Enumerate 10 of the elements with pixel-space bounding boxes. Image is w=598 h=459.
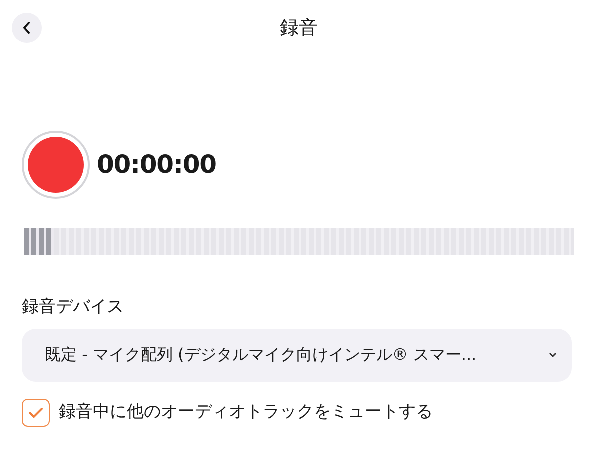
page-title: 録音 [280, 16, 318, 41]
mute-label: 録音中に他のオーディオトラックをミュートする [59, 400, 433, 424]
device-label: 録音デバイス [22, 296, 124, 319]
mute-checkbox[interactable] [22, 398, 50, 426]
device-dropdown[interactable]: 既定 - マイク配列 (デジタルマイク向けインテル® スマー... [22, 328, 572, 382]
elapsed-time: 00:00:00 [97, 149, 216, 182]
chevron-down-icon [548, 351, 558, 359]
back-button[interactable] [12, 13, 42, 43]
checkmark-icon [28, 406, 44, 418]
back-icon [22, 22, 32, 34]
